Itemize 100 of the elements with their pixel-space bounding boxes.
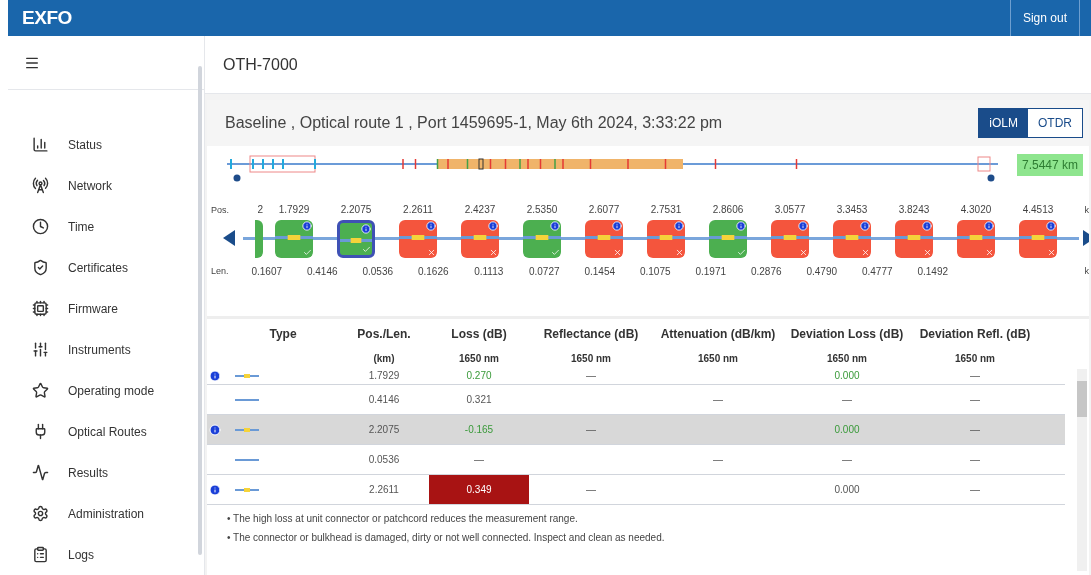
table-cell-text: 2.2611 xyxy=(369,483,399,497)
sidebar-item[interactable]: Network xyxy=(68,176,112,195)
sidebar-item[interactable]: Firmware xyxy=(68,299,118,318)
sidebar-item[interactable]: Optical Routes xyxy=(68,422,147,441)
scroll-left-icon[interactable] xyxy=(223,230,235,246)
scroll-right-icon[interactable] xyxy=(1083,230,1089,246)
chip-icon xyxy=(32,300,49,317)
connector-icon xyxy=(833,235,871,240)
event-tile[interactable] xyxy=(585,220,623,258)
table-cell-text: 0.4146 xyxy=(368,393,400,407)
section-length: 0.1075 xyxy=(638,265,672,279)
antenna-icon xyxy=(32,177,49,194)
info-icon xyxy=(612,221,622,231)
section-length: 0.0727 xyxy=(527,265,561,279)
fiber-section-icon xyxy=(235,398,259,401)
mode-tab[interactable]: iOLM xyxy=(979,109,1028,137)
column-unit: (km) xyxy=(372,352,396,366)
table-row[interactable]: 1.7929 0.270 — 0.000 — xyxy=(207,367,1065,385)
event-tile[interactable] xyxy=(709,220,747,258)
event-position: 4.3020 xyxy=(960,203,992,214)
cross-icon xyxy=(923,248,932,257)
table-cell-text: — xyxy=(586,483,596,497)
cross-icon xyxy=(613,248,622,257)
cross-icon xyxy=(985,248,994,257)
event-position: 3.0577 xyxy=(774,203,806,214)
event-tile[interactable] xyxy=(895,220,933,258)
event-tile[interactable] xyxy=(647,220,685,258)
sidebar-item[interactable]: Results xyxy=(68,463,108,482)
info-icon xyxy=(984,221,994,231)
event-position: 2.4237 xyxy=(464,203,496,214)
event-tile[interactable] xyxy=(255,220,263,258)
event-tile[interactable] xyxy=(337,220,375,258)
info-icon[interactable] xyxy=(209,483,221,496)
table-cell-text: -0.165 xyxy=(464,423,494,437)
event-tile[interactable] xyxy=(399,220,437,258)
connector-icon xyxy=(523,235,561,240)
section-length: 0.0536 xyxy=(361,265,395,279)
table-row[interactable]: 2.2611 0.349 — 0.000 — xyxy=(207,475,1065,505)
connector-icon xyxy=(340,238,372,243)
table-cell-text: — xyxy=(474,453,484,467)
cross-icon xyxy=(489,248,498,257)
pulse-icon xyxy=(32,464,49,481)
sidebar-item[interactable]: Logs xyxy=(68,545,95,564)
cross-icon xyxy=(799,248,808,257)
info-icon xyxy=(798,221,808,231)
table-row[interactable]: 0.0536 — — — — xyxy=(207,445,1065,475)
info-icon[interactable] xyxy=(209,423,221,436)
check-icon xyxy=(362,245,371,254)
cross-icon xyxy=(861,248,870,257)
event-tile[interactable] xyxy=(461,220,499,258)
table-cell-text: — xyxy=(970,423,980,437)
clipboard-icon xyxy=(32,546,49,563)
connector-icon xyxy=(895,235,933,240)
table-cell-text: — xyxy=(970,453,980,467)
pos-label: Pos. xyxy=(211,204,229,217)
info-icon xyxy=(674,221,684,231)
cross-icon xyxy=(427,248,436,257)
event-tile[interactable] xyxy=(771,220,809,258)
column-header: Reflectance (dB) xyxy=(542,326,640,343)
device-title: OTH-7000 xyxy=(223,54,298,75)
event-tile[interactable] xyxy=(1019,220,1057,258)
sign-out-button[interactable]: Sign out xyxy=(1009,0,1079,36)
event-position: 2 xyxy=(257,203,263,214)
table-cell-text: — xyxy=(970,369,980,383)
event-position: 2.7531 xyxy=(650,203,682,214)
info-icon xyxy=(922,221,932,231)
sidebar-item[interactable]: Instruments xyxy=(68,340,131,359)
event-tile[interactable] xyxy=(957,220,995,258)
section-length: 0.1626 xyxy=(416,265,450,279)
mode-tab[interactable]: OTDR xyxy=(1028,109,1082,137)
event-tile[interactable] xyxy=(275,220,313,258)
connector-icon xyxy=(399,235,437,240)
info-icon xyxy=(1046,221,1056,231)
column-unit: 1650 nm xyxy=(458,352,500,366)
event-tile[interactable] xyxy=(523,220,561,258)
table-cell-text: — xyxy=(842,393,852,407)
sidebar-item[interactable]: Status xyxy=(68,135,103,154)
info-icon[interactable] xyxy=(209,369,221,382)
section-length: 0.4777 xyxy=(860,265,894,279)
column-unit: 1650 nm xyxy=(697,352,739,366)
sidebar-item[interactable]: Time xyxy=(68,217,95,236)
logo: EXFO xyxy=(21,5,72,30)
info-icon xyxy=(550,221,560,231)
sidebar-item[interactable]: Certificates xyxy=(68,258,129,277)
column-unit: 1650 nm xyxy=(826,352,868,366)
clock-icon xyxy=(32,218,49,235)
unit-label: k xyxy=(1084,265,1089,278)
cross-icon xyxy=(675,248,684,257)
event-position: 2.2075 xyxy=(340,203,372,214)
len-label: Len. xyxy=(211,265,229,278)
event-position: 2.2611 xyxy=(403,203,433,214)
connector-icon xyxy=(461,235,499,240)
sidebar-item[interactable]: Administration xyxy=(68,504,145,523)
event-tile[interactable] xyxy=(833,220,871,258)
event-position: 2.6077 xyxy=(588,203,620,214)
section-length: 0.4146 xyxy=(305,265,339,279)
sidebar-item[interactable]: Operating mode xyxy=(68,381,155,400)
note-text: • The connector or bulkhead is damaged, dirty or not well connected. Inspect and clean as needed. xyxy=(227,531,666,545)
table-row[interactable]: 2.2075 -0.165 — 0.000 — xyxy=(207,415,1065,445)
section-length: 0.1971 xyxy=(694,265,728,279)
